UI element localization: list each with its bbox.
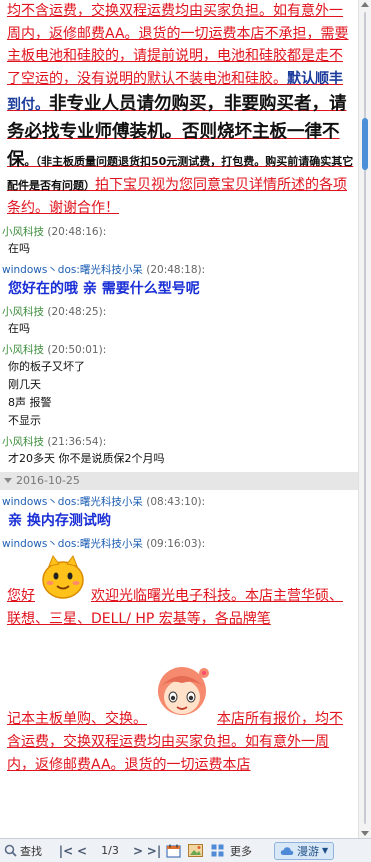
calendar-icon[interactable] <box>162 839 184 862</box>
welcome-spacer <box>7 631 354 661</box>
sender-name[interactable]: 小风科技 <box>2 226 44 238</box>
scroll-down-arrow-icon[interactable] <box>361 831 369 836</box>
sender-name[interactable]: 小风科技 <box>2 306 44 318</box>
chat-history: 均不含运费，交换双程运费均由买家负担。如有意外一周内，返修邮费AA。退货的一切运… <box>0 0 358 838</box>
message-header: 小风科技 (21:36:54): <box>0 434 358 450</box>
welcome-text-c: 记本主板单购、交换。 <box>7 710 147 727</box>
sender-name[interactable]: 小风科技 <box>2 436 44 448</box>
next-page-icon[interactable]: > <box>130 839 146 862</box>
message-text: 您好在的哦 亲 需要什么型号呢 <box>8 280 200 297</box>
chat-message: windows丶dos:曙光科技小呆 (09:16:03): 您好 欢迎光临曙光电… <box>0 536 358 777</box>
store-notice: 均不含运费，交换双程运费均由买家负担。如有意外一周内，返修邮费AA。退货的一切运… <box>0 0 358 220</box>
message-text: 亲 换内存测试哟 <box>8 512 111 529</box>
message-time: (09:16:03): <box>146 537 206 550</box>
message-header: 小风科技 (20:48:16): <box>0 224 358 240</box>
last-page-icon[interactable]: >| <box>146 839 162 862</box>
search-label: 查找 <box>20 844 42 858</box>
message-time: (20:48:16): <box>47 225 107 238</box>
sender-name[interactable]: 小风科技 <box>2 344 44 356</box>
message-header: 小风科技 (20:48:25): <box>0 304 358 320</box>
date-label: 2016-10-25 <box>16 473 80 487</box>
collapse-triangle-icon[interactable] <box>4 478 12 483</box>
message-header: 小风科技 (20:50:01): <box>0 342 358 358</box>
smiley-emoji-icon <box>39 552 87 608</box>
search-button[interactable]: 查找 <box>0 839 58 862</box>
more-button[interactable]: 更多 <box>228 839 270 862</box>
message-time: (21:36:54): <box>47 435 107 448</box>
chat-scrollbar[interactable] <box>358 0 371 838</box>
chat-message: 小风科技 (20:48:25): 在吗 <box>0 304 358 338</box>
welcome-text-a: 您好 <box>7 587 35 604</box>
message-time: (20:50:01): <box>47 343 107 356</box>
chat-message: 小风科技 (20:48:16): 在吗 <box>0 224 358 258</box>
message-text: 你的板子又坏了 <box>8 359 85 373</box>
message-time: (08:43:10): <box>146 495 206 508</box>
message-text: 不显示 <box>8 413 41 427</box>
scroll-thumb[interactable] <box>362 118 368 170</box>
first-page-icon[interactable]: |< <box>58 839 74 862</box>
message-text: 在吗 <box>8 321 30 335</box>
message-header: windows丶dos:曙光科技小呆 (09:16:03): <box>0 536 358 552</box>
message-header: windows丶dos:曙光科技小呆 (08:43:10): <box>0 494 358 510</box>
message-time: (20:48:25): <box>47 305 107 318</box>
grid-icon[interactable] <box>206 839 228 862</box>
roaming-button[interactable]: 漫游 ▼ <box>274 841 335 860</box>
prev-page-icon[interactable]: < <box>74 839 90 862</box>
chat-message: 小风科技 (20:50:01): 你的板子又坏了 刚几天 8声 报警 不显示 <box>0 342 358 430</box>
message-text: 才20多天 你不是说质保2个月吗 <box>8 451 165 465</box>
girl-emoji-icon <box>151 661 213 731</box>
image-icon[interactable] <box>184 839 206 862</box>
cloud-icon <box>280 846 294 855</box>
magnifier-icon <box>4 844 17 857</box>
date-separator[interactable]: 2016-10-25 <box>0 471 358 490</box>
roaming-label: 漫游 <box>297 844 319 858</box>
chat-message: windows丶dos:曙光科技小呆 (08:43:10): 亲 换内存测试哟 <box>0 494 358 532</box>
message-text: 在吗 <box>8 241 30 255</box>
history-toolbar: 查找 |< < 1/3 > >| 更多 漫游 ▼ <box>0 838 371 862</box>
message-list-2: windows丶dos:曙光科技小呆 (08:43:10): 亲 换内存测试哟 … <box>0 494 358 777</box>
page-indicator: 1/3 <box>101 844 119 857</box>
chevron-down-icon: ▼ <box>322 846 329 855</box>
welcome-message: 您好 欢迎光临曙光电子科技。本店主营华硕、联想、三星、DELL/ HP 宏基等，各… <box>0 552 358 777</box>
sender-name[interactable]: windows丶dos:曙光科技小呆 <box>2 538 143 550</box>
message-text: 刚几天 <box>8 377 41 391</box>
sender-name[interactable]: windows丶dos:曙光科技小呆 <box>2 496 143 508</box>
message-time: (20:48:18): <box>146 263 206 276</box>
chat-message: windows丶dos:曙光科技小呆 (20:48:18): 您好在的哦 亲 需… <box>0 262 358 300</box>
scroll-up-arrow-icon[interactable] <box>361 2 369 7</box>
message-list-1: 小风科技 (20:48:16): 在吗 windows丶dos:曙光科技小呆 (… <box>0 224 358 468</box>
message-header: windows丶dos:曙光科技小呆 (20:48:18): <box>0 262 358 278</box>
sender-name[interactable]: windows丶dos:曙光科技小呆 <box>2 264 143 276</box>
chat-message: 小风科技 (21:36:54): 才20多天 你不是说质保2个月吗 <box>0 434 358 468</box>
message-text: 8声 报警 <box>8 395 52 409</box>
